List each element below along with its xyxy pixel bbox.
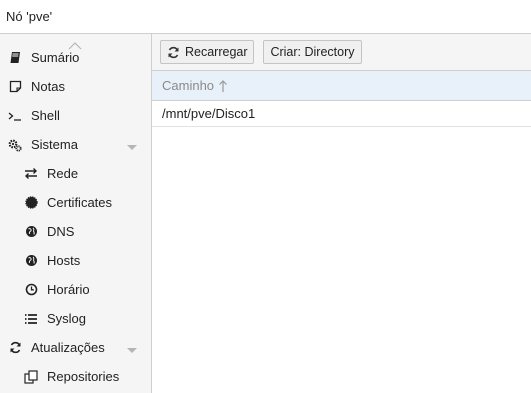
sidebar-item-label: Hosts (47, 253, 81, 268)
sidebar-item-rede[interactable]: Rede (0, 159, 151, 188)
sidebar-item-label: Sumário (31, 50, 80, 65)
path-cell: /mnt/pve/Disco1 (162, 106, 256, 121)
refresh-icon (167, 46, 180, 59)
reload-button[interactable]: Recarregar (160, 40, 254, 64)
exchange-icon (24, 167, 38, 181)
certificate-icon (24, 196, 38, 210)
globe-icon (24, 254, 38, 268)
sidebar-item-label: Rede (47, 166, 79, 181)
refresh-icon (8, 341, 22, 355)
sidebar-item-hosts[interactable]: Hosts (0, 246, 151, 275)
note-icon (8, 80, 22, 94)
sidebar-item-repositories[interactable]: Repositories (0, 362, 151, 391)
window-title: Nó 'pve' (6, 9, 53, 24)
sidebar-item-certificates[interactable]: Certificates (0, 188, 151, 217)
sidebar: Sumário Notas Shell Sistema Rede Certifi… (0, 34, 152, 393)
sidebar-item-shell[interactable]: Shell (0, 101, 151, 130)
sidebar-item-label: Certificates (47, 195, 113, 210)
create-directory-button-label: Criar: Directory (270, 45, 355, 59)
globe-icon (24, 225, 38, 239)
sidebar-item-label: Horário (47, 282, 90, 297)
sidebar-item-label: DNS (47, 224, 75, 239)
sidebar-item-notas[interactable]: Notas (0, 72, 151, 101)
chevron-down-icon[interactable] (127, 343, 137, 353)
reload-button-label: Recarregar (185, 45, 248, 59)
book-icon (8, 51, 22, 65)
sidebar-item-label: Repositories (47, 369, 120, 384)
chevron-down-icon[interactable] (127, 140, 137, 150)
sidebar-item-atualizacoes[interactable]: Atualizações (0, 333, 151, 362)
content-panel: Recarregar Criar: Directory Caminho /mnt… (152, 34, 531, 393)
sidebar-item-label: Sistema (31, 137, 78, 152)
column-header-caminho[interactable]: Caminho (152, 71, 531, 101)
list-icon (24, 312, 38, 326)
cogs-icon (8, 138, 22, 152)
sidebar-item-sumario[interactable]: Sumário (0, 43, 151, 72)
terminal-icon (8, 109, 22, 123)
sidebar-item-horario[interactable]: Horário (0, 275, 151, 304)
sidebar-item-label: Atualizações (31, 340, 105, 355)
sidebar-item-dns[interactable]: DNS (0, 217, 151, 246)
files-icon (24, 369, 38, 384)
sidebar-item-label: Syslog (47, 311, 87, 326)
title-bar: Nó 'pve' (0, 0, 531, 34)
sidebar-item-label: Shell (31, 108, 60, 123)
sort-ascending-icon (218, 79, 228, 93)
sidebar-item-label: Notas (31, 79, 65, 94)
column-header-label: Caminho (162, 78, 215, 93)
table-row[interactable]: /mnt/pve/Disco1 (152, 101, 531, 127)
create-directory-button[interactable]: Criar: Directory (263, 40, 362, 64)
toolbar: Recarregar Criar: Directory (152, 34, 531, 71)
sidebar-item-syslog[interactable]: Syslog (0, 304, 151, 333)
clock-icon (24, 283, 38, 297)
sidebar-item-sistema[interactable]: Sistema (0, 130, 151, 159)
